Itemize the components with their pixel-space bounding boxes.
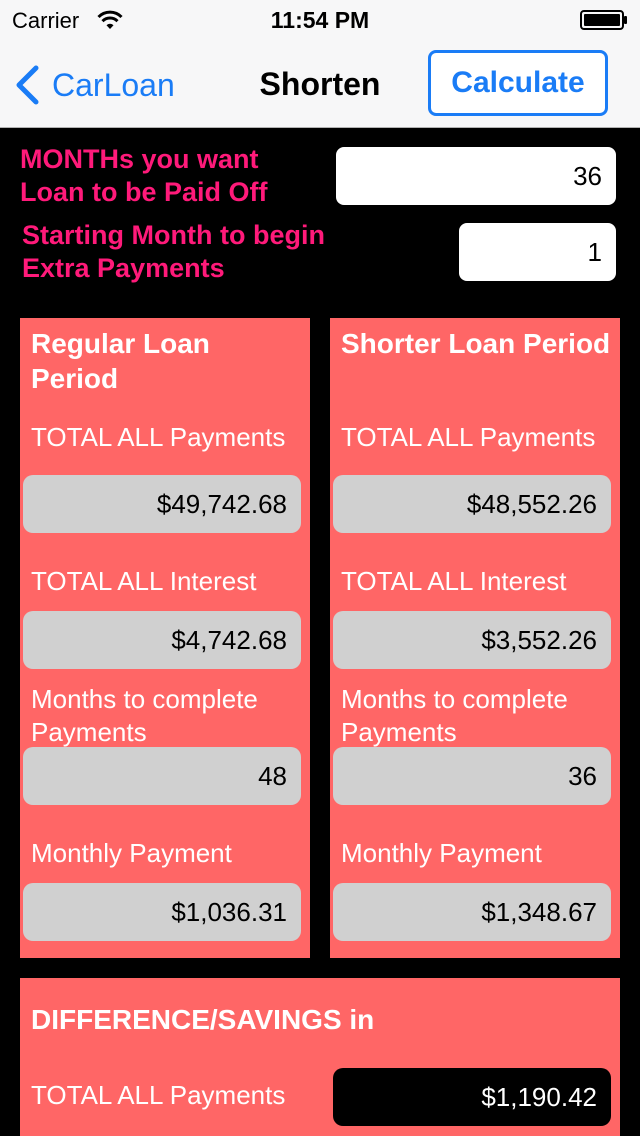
navigation-bar: CarLoan Shorten Calculate	[0, 40, 640, 128]
status-bar: Carrier 11:54 PM	[0, 0, 640, 40]
shorter-monthly-payment-label: Monthly Payment	[341, 838, 542, 868]
chevron-left-icon	[16, 65, 39, 105]
shorter-total-interest-label: TOTAL ALL Interest	[341, 566, 567, 596]
battery-full-icon	[580, 10, 627, 30]
shorter-panel-title: Shorter Loan Period	[341, 328, 611, 359]
back-button-label: CarLoan	[52, 66, 175, 103]
shorter-total-interest-value: $3,552.26	[333, 611, 611, 669]
regular-months-value: 48	[23, 747, 301, 805]
start-month-input[interactable]	[459, 223, 616, 281]
difference-title: DIFFERENCE/SAVINGS in	[31, 1004, 375, 1035]
regular-loan-panel: Regular Loan Period TOTAL ALL Payments $…	[20, 318, 310, 958]
calculate-button[interactable]: Calculate	[428, 50, 608, 116]
shorter-monthly-payment-value: $1,348.67	[333, 883, 611, 941]
difference-total-payments-label: TOTAL ALL Payments	[31, 1080, 286, 1110]
regular-total-payments-label: TOTAL ALL Payments	[31, 422, 286, 452]
regular-monthly-payment-label: Monthly Payment	[31, 838, 232, 868]
start-month-label: Starting Month to begin Extra Payments	[22, 220, 325, 283]
back-button[interactable]: CarLoan	[14, 62, 175, 108]
difference-total-payments-value: $1,190.42	[333, 1068, 611, 1126]
months-payoff-input[interactable]	[336, 147, 616, 205]
status-time: 11:54 PM	[270, 7, 370, 33]
shorter-total-payments-value: $48,552.26	[333, 475, 611, 533]
months-payoff-label: MONTHs you want Loan to be Paid Off	[20, 144, 268, 207]
difference-panel: DIFFERENCE/SAVINGS in TOTAL ALL Payments…	[20, 978, 620, 1136]
regular-monthly-payment-value: $1,036.31	[23, 883, 301, 941]
regular-total-interest-label: TOTAL ALL Interest	[31, 566, 257, 596]
shorter-total-payments-label: TOTAL ALL Payments	[341, 422, 596, 452]
shorter-months-label: Months to complete Payments	[341, 684, 568, 747]
regular-panel-title: Regular Loan Period	[31, 328, 210, 394]
regular-months-label: Months to complete Payments	[31, 684, 258, 747]
shorter-months-value: 36	[333, 747, 611, 805]
regular-total-interest-value: $4,742.68	[23, 611, 301, 669]
regular-total-payments-value: $49,742.68	[23, 475, 301, 533]
shorter-loan-panel: Shorter Loan Period TOTAL ALL Payments $…	[330, 318, 620, 958]
page-title: Shorten	[259, 66, 381, 102]
